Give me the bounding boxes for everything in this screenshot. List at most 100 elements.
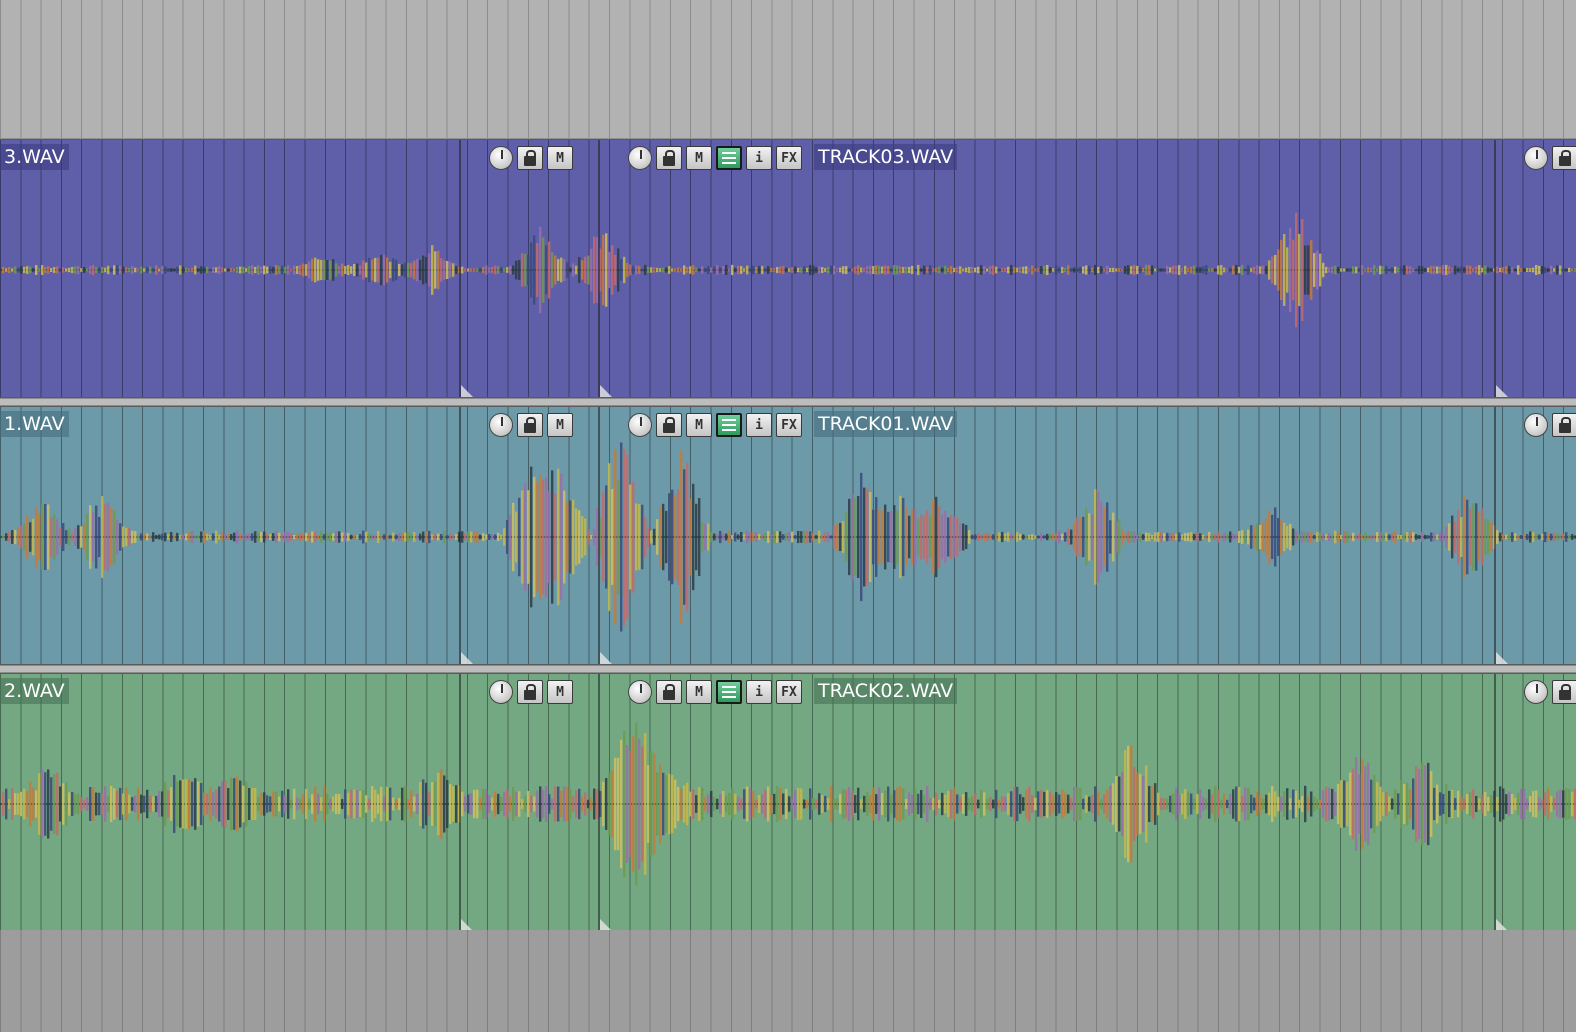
waveform-sample <box>62 523 65 551</box>
lock-button[interactable] <box>656 146 682 170</box>
lock-button[interactable] <box>656 413 682 437</box>
clip-segment[interactable]: M <box>459 407 599 664</box>
waveform-sample <box>59 527 62 547</box>
waveform-sample <box>305 532 308 542</box>
lane-separator[interactable] <box>0 398 1576 406</box>
clip-resize-handle[interactable] <box>600 385 612 397</box>
waveform-sample <box>218 534 221 540</box>
waveform-sample <box>164 532 167 542</box>
clip-resize-handle[interactable] <box>461 385 473 397</box>
fx-button[interactable]: FX <box>776 413 802 437</box>
clip-segment[interactable] <box>1494 140 1576 397</box>
clip-segment[interactable] <box>1494 674 1576 931</box>
waveform-sample <box>86 268 89 272</box>
waveform-sample <box>239 266 242 274</box>
waveform-sample <box>152 796 155 812</box>
lock-button[interactable] <box>517 146 543 170</box>
lock-button[interactable] <box>1552 146 1576 170</box>
clip-resize-handle[interactable] <box>1496 652 1508 664</box>
lock-button[interactable] <box>517 413 543 437</box>
waveform-sample <box>56 772 59 836</box>
lock-icon <box>524 150 536 166</box>
clip-volume-knob[interactable] <box>628 413 652 437</box>
lock-button[interactable] <box>1552 680 1576 704</box>
waveform-sample <box>245 268 248 272</box>
info-button[interactable]: i <box>746 146 772 170</box>
waveform-sample <box>251 533 254 541</box>
list-button[interactable] <box>716 146 742 170</box>
waveform-sample <box>221 531 224 543</box>
track-lane-track03[interactable]: 3.WAV M M i FX TRACK03.WAV <box>0 139 1576 398</box>
clip-segment[interactable]: M i FX TRACK01.WAV <box>598 407 1496 664</box>
waveform-sample <box>86 797 89 811</box>
mute-button[interactable]: M <box>686 146 712 170</box>
empty-track-area[interactable] <box>0 930 1576 1032</box>
waveform-sample <box>86 513 89 561</box>
clip-volume-knob[interactable] <box>1524 413 1548 437</box>
waveform-sample <box>362 790 365 818</box>
clip-segment[interactable]: M i FX TRACK03.WAV <box>598 140 1496 397</box>
track-lane-track02[interactable]: 2.WAV M M i FX TRACK02.WAV <box>0 673 1576 932</box>
clip-volume-knob[interactable] <box>628 680 652 704</box>
waveform-sample <box>164 266 167 274</box>
waveform-sample <box>125 787 128 821</box>
waveform-sample <box>374 257 377 283</box>
waveform-sample <box>395 534 398 540</box>
waveform-sample <box>218 786 221 822</box>
waveform-sample <box>377 530 380 544</box>
waveform-sample <box>131 797 134 811</box>
mute-button[interactable]: M <box>547 146 573 170</box>
lock-button[interactable] <box>656 680 682 704</box>
waveform-sample <box>5 533 8 541</box>
waveform-sample <box>218 265 221 275</box>
lock-button[interactable] <box>517 680 543 704</box>
waveform-sample <box>203 530 206 544</box>
track-lane-track01[interactable]: 1.WAV M M i FX TRACK01.WAV <box>0 406 1576 665</box>
waveform-sample <box>140 794 143 814</box>
fx-button[interactable]: FX <box>776 146 802 170</box>
waveform-sample <box>317 259 320 281</box>
lane-separator[interactable] <box>0 665 1576 673</box>
waveform-sample <box>347 264 350 276</box>
info-button[interactable]: i <box>746 413 772 437</box>
list-button[interactable] <box>716 413 742 437</box>
waveform-sample <box>446 260 449 280</box>
waveform-sample <box>299 799 302 809</box>
clip-segment[interactable] <box>1494 407 1576 664</box>
mute-button[interactable]: M <box>686 680 712 704</box>
lock-button[interactable] <box>1552 413 1576 437</box>
clip-resize-handle[interactable] <box>1496 385 1508 397</box>
clip-volume-knob[interactable] <box>489 146 513 170</box>
waveform-sample <box>89 505 92 569</box>
info-button[interactable]: i <box>746 680 772 704</box>
waveform-sample <box>17 528 20 546</box>
mute-button[interactable]: M <box>686 413 712 437</box>
clip-segment[interactable]: M <box>459 674 599 931</box>
waveform-sample <box>362 260 365 280</box>
clip-volume-knob[interactable] <box>1524 146 1548 170</box>
waveform-sample <box>443 260 446 280</box>
clip-segment[interactable]: M i FX TRACK02.WAV <box>598 674 1496 931</box>
clip-volume-knob[interactable] <box>489 680 513 704</box>
clip-volume-knob[interactable] <box>1524 680 1548 704</box>
clip-resize-handle[interactable] <box>461 652 473 664</box>
waveform-sample <box>2 792 5 816</box>
list-button[interactable] <box>716 680 742 704</box>
timeline-ruler[interactable] <box>0 0 1576 140</box>
mute-button[interactable]: M <box>547 413 573 437</box>
lock-icon <box>524 684 536 700</box>
waveform-sample <box>137 787 140 821</box>
clip-resize-handle[interactable] <box>600 652 612 664</box>
clip-volume-knob[interactable] <box>489 413 513 437</box>
waveform-sample <box>128 267 131 273</box>
waveform-sample <box>122 526 125 548</box>
waveform-sample <box>143 268 146 272</box>
clip-volume-knob[interactable] <box>628 146 652 170</box>
waveform-sample <box>110 267 113 273</box>
waveform-sample <box>230 777 233 831</box>
mute-button[interactable]: M <box>547 680 573 704</box>
waveform-sample <box>293 265 296 275</box>
clip-segment[interactable]: M <box>459 140 599 397</box>
waveform-sample <box>320 259 323 281</box>
fx-button[interactable]: FX <box>776 680 802 704</box>
